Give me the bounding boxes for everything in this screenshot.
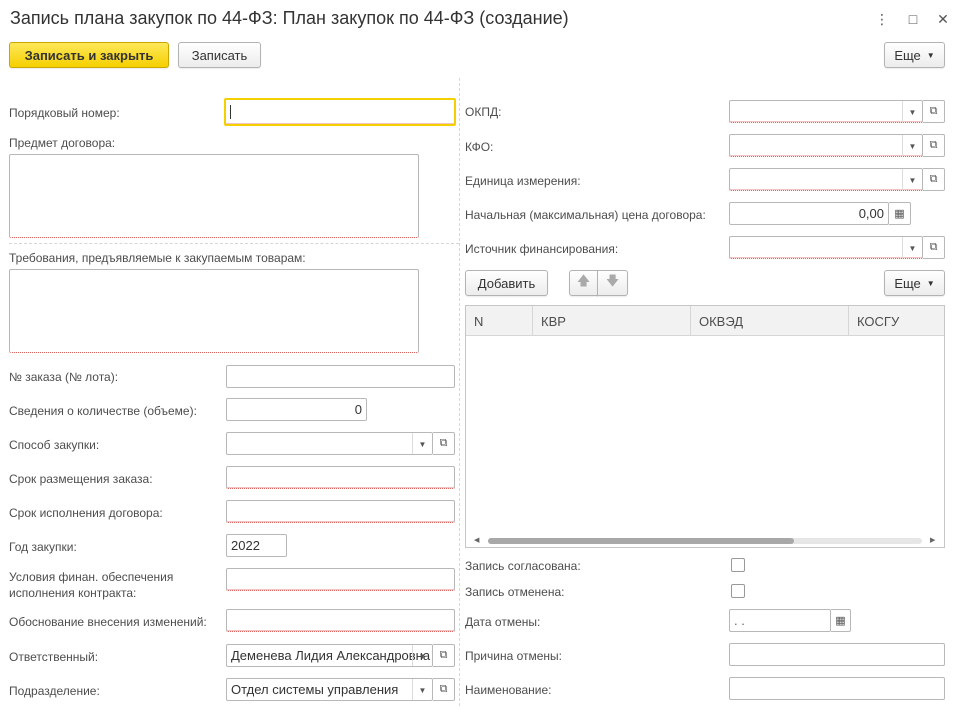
execution-term-input[interactable]	[226, 500, 455, 523]
save-and-close-button[interactable]: Записать и закрыть	[9, 42, 169, 68]
chevron-down-icon[interactable]: ▼	[902, 135, 922, 156]
column-divider	[459, 78, 460, 706]
financial-cond-input[interactable]	[226, 568, 455, 591]
year-input[interactable]: 2022	[226, 534, 287, 557]
move-down-icon[interactable]: 🡇	[597, 270, 628, 296]
open-icon[interactable]: ⧉	[923, 168, 945, 191]
move-up-icon[interactable]: 🡅	[569, 270, 598, 296]
method-select[interactable]: ▼	[226, 432, 433, 455]
budget-table[interactable]: N КВР ОКВЭД КОСГУ ◀ ▶	[465, 305, 945, 548]
seq-number-label: Порядковый номер:	[9, 106, 120, 120]
department-select[interactable]: Отдел системы управления ▼	[226, 678, 433, 701]
agreed-checkbox[interactable]	[731, 558, 745, 572]
calendar-icon[interactable]: ▦	[831, 609, 851, 632]
cancel-reason-label: Причина отмены:	[465, 649, 563, 663]
cancel-date-label: Дата отмены:	[465, 615, 541, 629]
financial-cond-label-line1: Условия финан. обеспечения	[9, 570, 174, 584]
contract-subject-textarea[interactable]	[9, 154, 419, 238]
chevron-down-icon[interactable]: ▼	[902, 169, 922, 190]
open-icon[interactable]: ⧉	[433, 678, 455, 701]
chevron-down-icon[interactable]: ▼	[412, 645, 432, 666]
change-reason-label: Обоснование внесения изменений:	[9, 615, 207, 629]
seq-number-input[interactable]	[224, 98, 456, 126]
open-icon[interactable]: ⧉	[923, 134, 945, 157]
chevron-down-icon[interactable]: ▼	[412, 433, 432, 454]
source-label: Источник финансирования:	[465, 242, 619, 256]
kfo-label: КФО:	[465, 140, 494, 154]
placement-term-input[interactable]	[226, 466, 455, 489]
requirements-textarea[interactable]	[9, 269, 419, 353]
order-number-label: № заказа (№ лота):	[9, 370, 119, 384]
column-header-n[interactable]: N	[466, 306, 533, 336]
source-select[interactable]: ▼	[729, 236, 923, 259]
cancel-reason-input[interactable]	[729, 643, 945, 666]
quantity-label: Сведения о количестве (объеме):	[9, 404, 197, 418]
order-number-input[interactable]	[226, 365, 455, 388]
chevron-down-icon: ▼	[926, 50, 935, 60]
column-header-kosgu[interactable]: КОСГУ	[849, 306, 946, 336]
department-label: Подразделение:	[9, 684, 100, 698]
cancelled-label: Запись отменена:	[465, 585, 565, 599]
name-label: Наименование:	[465, 683, 552, 697]
chevron-down-icon[interactable]: ▼	[902, 101, 922, 122]
financial-cond-label-line2: исполнения контракта:	[9, 586, 137, 600]
close-icon[interactable]: ✕	[933, 8, 953, 30]
scrollbar-thumb[interactable]	[488, 538, 794, 544]
open-icon[interactable]: ⧉	[923, 236, 945, 259]
cancelled-checkbox[interactable]	[731, 584, 745, 598]
section-divider	[9, 243, 459, 244]
more-menu-icon[interactable]: ⋮	[872, 8, 892, 30]
cancel-date-input[interactable]: . .	[729, 609, 831, 632]
text-cursor	[230, 104, 231, 119]
chevron-down-icon: ▼	[926, 278, 935, 288]
okpd-select[interactable]: ▼	[729, 100, 923, 123]
year-label: Год закупки:	[9, 540, 77, 554]
method-label: Способ закупки:	[9, 438, 100, 452]
chevron-down-icon[interactable]: ▼	[902, 237, 922, 258]
column-header-okved[interactable]: ОКВЭД	[691, 306, 849, 336]
agreed-label: Запись согласована:	[465, 559, 581, 573]
table-header: N КВР ОКВЭД КОСГУ	[466, 306, 944, 336]
add-row-button[interactable]: Добавить	[465, 270, 548, 296]
scroll-right-icon[interactable]: ▶	[930, 536, 935, 544]
contract-subject-label: Предмет договора:	[9, 136, 116, 150]
responsible-label: Ответственный:	[9, 650, 99, 664]
window-title: Запись плана закупок по 44-ФЗ: План заку…	[10, 8, 569, 28]
open-icon[interactable]: ⧉	[433, 432, 455, 455]
price-input[interactable]: 0,00	[729, 202, 889, 225]
open-icon[interactable]: ⧉	[923, 100, 945, 123]
scrollbar-track[interactable]	[488, 538, 922, 544]
name-input[interactable]	[729, 677, 945, 700]
unit-label: Единица измерения:	[465, 174, 581, 188]
requirements-label: Требования, предъявляемые к закупаемым т…	[9, 251, 306, 265]
execution-term-label: Срок исполнения договора:	[9, 506, 163, 520]
column-header-kvr[interactable]: КВР	[533, 306, 691, 336]
scroll-left-icon[interactable]: ◀	[474, 536, 479, 544]
change-reason-input[interactable]	[226, 609, 455, 632]
unit-select[interactable]: ▼	[729, 168, 923, 191]
responsible-select[interactable]: Деменева Лидия Александровна ▼	[226, 644, 433, 667]
okpd-label: ОКПД:	[465, 105, 502, 119]
save-button[interactable]: Записать	[178, 42, 261, 68]
department-value: Отдел системы управления	[231, 682, 399, 697]
placement-term-label: Срок размещения заказа:	[9, 472, 153, 486]
table-more-button[interactable]: Еще ▼	[884, 270, 945, 296]
responsible-value: Деменева Лидия Александровна	[231, 648, 431, 663]
calculator-icon[interactable]: ▦	[889, 202, 911, 225]
price-label: Начальная (максимальная) цена договора:	[465, 208, 706, 222]
maximize-icon[interactable]: □	[903, 8, 923, 30]
more-button[interactable]: Еще ▼	[884, 42, 945, 68]
table-more-label: Еще	[894, 275, 921, 291]
chevron-down-icon[interactable]: ▼	[412, 679, 432, 700]
kfo-select[interactable]: ▼	[729, 134, 923, 157]
more-button-label: Еще	[894, 47, 921, 63]
quantity-input[interactable]: 0	[226, 398, 367, 421]
open-icon[interactable]: ⧉	[433, 644, 455, 667]
